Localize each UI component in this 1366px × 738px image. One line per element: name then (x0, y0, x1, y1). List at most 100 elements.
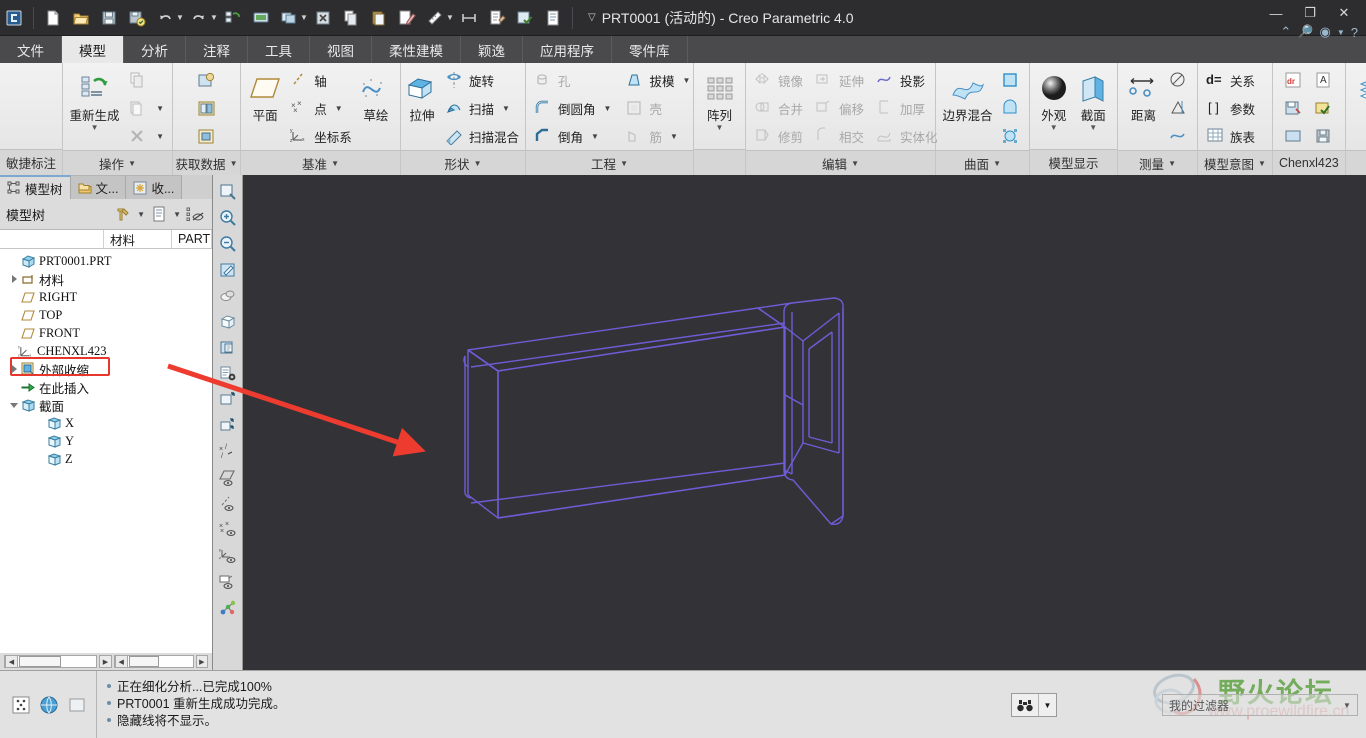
delete-button[interactable]: ▼ (124, 123, 168, 150)
tree-item-top[interactable]: TOP (0, 306, 212, 324)
tree-item-section-z[interactable]: Z (0, 450, 212, 468)
paste-caret-icon[interactable]: ▼ (156, 104, 164, 113)
display-style-icon[interactable] (248, 5, 274, 31)
find-dropdown-caret-icon[interactable]: ▼ (1038, 694, 1056, 716)
offset-button[interactable]: 偏移 (811, 95, 868, 122)
display-style-icon[interactable] (216, 284, 240, 308)
zoom-out-icon[interactable] (216, 232, 240, 256)
import-button[interactable] (193, 67, 221, 94)
datum-plane-button[interactable]: 平面 (245, 67, 285, 123)
solidify-button[interactable]: 实体化 (872, 123, 942, 150)
tab-applications[interactable]: 应用程序 (523, 36, 612, 63)
tab-annotate[interactable]: 注释 (186, 36, 248, 63)
rib-button[interactable]: 筋 ▼ (621, 123, 694, 150)
check-icon[interactable] (512, 5, 538, 31)
delete-caret-icon[interactable]: ▼ (156, 132, 164, 141)
open-file-icon[interactable] (68, 5, 94, 31)
copy-icon[interactable] (338, 5, 364, 31)
boundary-blend-button[interactable]: 边界混合 (940, 67, 995, 123)
copy-button[interactable] (124, 67, 168, 94)
close-button[interactable]: ✕ (1328, 2, 1360, 24)
minimize-button[interactable]: — (1260, 2, 1292, 24)
tree-display-icon[interactable] (148, 203, 170, 225)
blank-window-button[interactable] (1280, 123, 1308, 150)
edit-icon[interactable] (394, 5, 420, 31)
merge-inherit-button[interactable] (193, 95, 221, 122)
angle-button[interactable] (1165, 95, 1193, 122)
save-icon[interactable] (96, 5, 122, 31)
tree-item-insert-here[interactable]: 在此插入 (0, 378, 212, 396)
tree-filter-icon[interactable] (184, 203, 206, 225)
section-button[interactable]: 截面 ▼ (1074, 67, 1114, 132)
csys-display-icon[interactable]: yxz (216, 544, 240, 568)
measure-dropdown-caret[interactable]: ▼ (445, 13, 455, 22)
tree-column-material[interactable]: 材料 (104, 230, 172, 248)
extrude-button[interactable]: 拉伸 (405, 67, 439, 123)
intersect-button[interactable]: 相交 (811, 123, 868, 150)
axis-display-icon[interactable] (216, 492, 240, 516)
mirror-button[interactable]: 镜像 (750, 67, 807, 94)
hole-button[interactable]: 孔 (530, 67, 615, 94)
trim-button[interactable]: 修剪 (750, 123, 807, 150)
tree-settings-icon[interactable] (112, 203, 134, 225)
scroll-right-arrow-icon[interactable]: ▶ (99, 655, 112, 668)
saved-orientations-icon[interactable] (216, 310, 240, 334)
sweep-button[interactable]: 扫描 ▼ (441, 95, 523, 122)
thicken-button[interactable]: 加厚 (872, 95, 942, 122)
project-button[interactable]: 投影 (872, 67, 942, 94)
app-logo-icon[interactable] (1, 5, 27, 31)
draft-caret-icon[interactable]: ▼ (682, 76, 690, 85)
tree-display-caret-icon[interactable]: ▼ (173, 210, 181, 219)
point-tag-display-icon[interactable]: × × × (216, 518, 240, 542)
parameters-button[interactable]: [ ] 参数 (1202, 95, 1259, 122)
paste-button[interactable]: ▼ (124, 95, 168, 122)
round-caret-icon[interactable]: ▼ (604, 104, 612, 113)
maximize-button[interactable]: ❐ (1294, 2, 1326, 24)
account-icon[interactable]: ◉ (1320, 24, 1331, 40)
group-label-engineering[interactable]: 工程 ▼ (526, 150, 694, 175)
datum-point-button[interactable]: × × × 点 ▼ (286, 95, 356, 122)
appearance-caret-icon[interactable]: ▼ (1050, 123, 1058, 132)
tree-item-section-y[interactable]: Y (0, 432, 212, 450)
redo-dropdown-caret[interactable]: ▼ (209, 13, 219, 22)
diameter-button[interactable] (1165, 67, 1193, 94)
freestyle-button[interactable] (997, 123, 1025, 150)
tree-expander-right[interactable] (8, 360, 20, 378)
appearance-button[interactable]: 外观 ▼ (1034, 67, 1074, 132)
tree-item-external-shrinkwrap[interactable]: 外部收缩 (0, 360, 212, 378)
round-button[interactable]: 倒圆角 ▼ (530, 95, 615, 122)
selection-filter-icon[interactable] (10, 694, 32, 716)
undo-dropdown-caret[interactable]: ▼ (175, 13, 185, 22)
selection-filter-combobox[interactable]: 我的过滤器 ▼ (1162, 694, 1358, 716)
note-icon[interactable] (484, 5, 510, 31)
tab-favorites[interactable]: 收... (126, 175, 183, 199)
extend-button[interactable]: 延伸 (811, 67, 868, 94)
refit-icon[interactable] (216, 180, 240, 204)
window-dropdown-caret[interactable]: ▼ (299, 13, 309, 22)
group-label-operations[interactable]: 操作 ▼ (63, 150, 173, 175)
group-label-model-intent[interactable]: 模型意图 ▼ (1198, 150, 1272, 175)
regenerate-caret-icon[interactable]: ▼ (91, 123, 99, 132)
repaint-icon[interactable] (216, 258, 240, 282)
copy-geometry-button[interactable] (193, 123, 221, 150)
point-display-icon[interactable]: × / / (216, 440, 240, 464)
collapse-ribbon-icon[interactable]: ⌃ (1280, 24, 1291, 40)
group-label-surface[interactable]: 曲面 ▼ (936, 150, 1030, 175)
drawing-button[interactable]: dr (1280, 67, 1308, 94)
tree-expander-down[interactable] (8, 396, 20, 414)
view-manager-icon[interactable] (216, 336, 240, 360)
draft-button[interactable]: 拔模 ▼ (621, 67, 694, 94)
layers-button[interactable]: 层 (1350, 67, 1366, 123)
chamfer-button[interactable]: 倒角 ▼ (530, 123, 615, 150)
merge-button[interactable]: 合并 (750, 95, 807, 122)
filter-caret-icon[interactable]: ▼ (1339, 697, 1355, 713)
tab-yingyi[interactable]: 颖逸 (461, 36, 523, 63)
tree-item-material[interactable]: 材料 (0, 270, 212, 288)
regenerate-button[interactable]: 重新生成 ▼ (67, 67, 122, 132)
text-a-button[interactable]: A (1310, 67, 1338, 94)
tree-scrollbar-left[interactable]: ◀ (4, 655, 98, 668)
group-label-shape[interactable]: 形状 ▼ (401, 150, 526, 175)
tree-settings-caret-icon[interactable]: ▼ (137, 210, 145, 219)
paste-icon[interactable] (366, 5, 392, 31)
group-label-get-data[interactable]: 获取数据 ▼ (173, 150, 241, 175)
